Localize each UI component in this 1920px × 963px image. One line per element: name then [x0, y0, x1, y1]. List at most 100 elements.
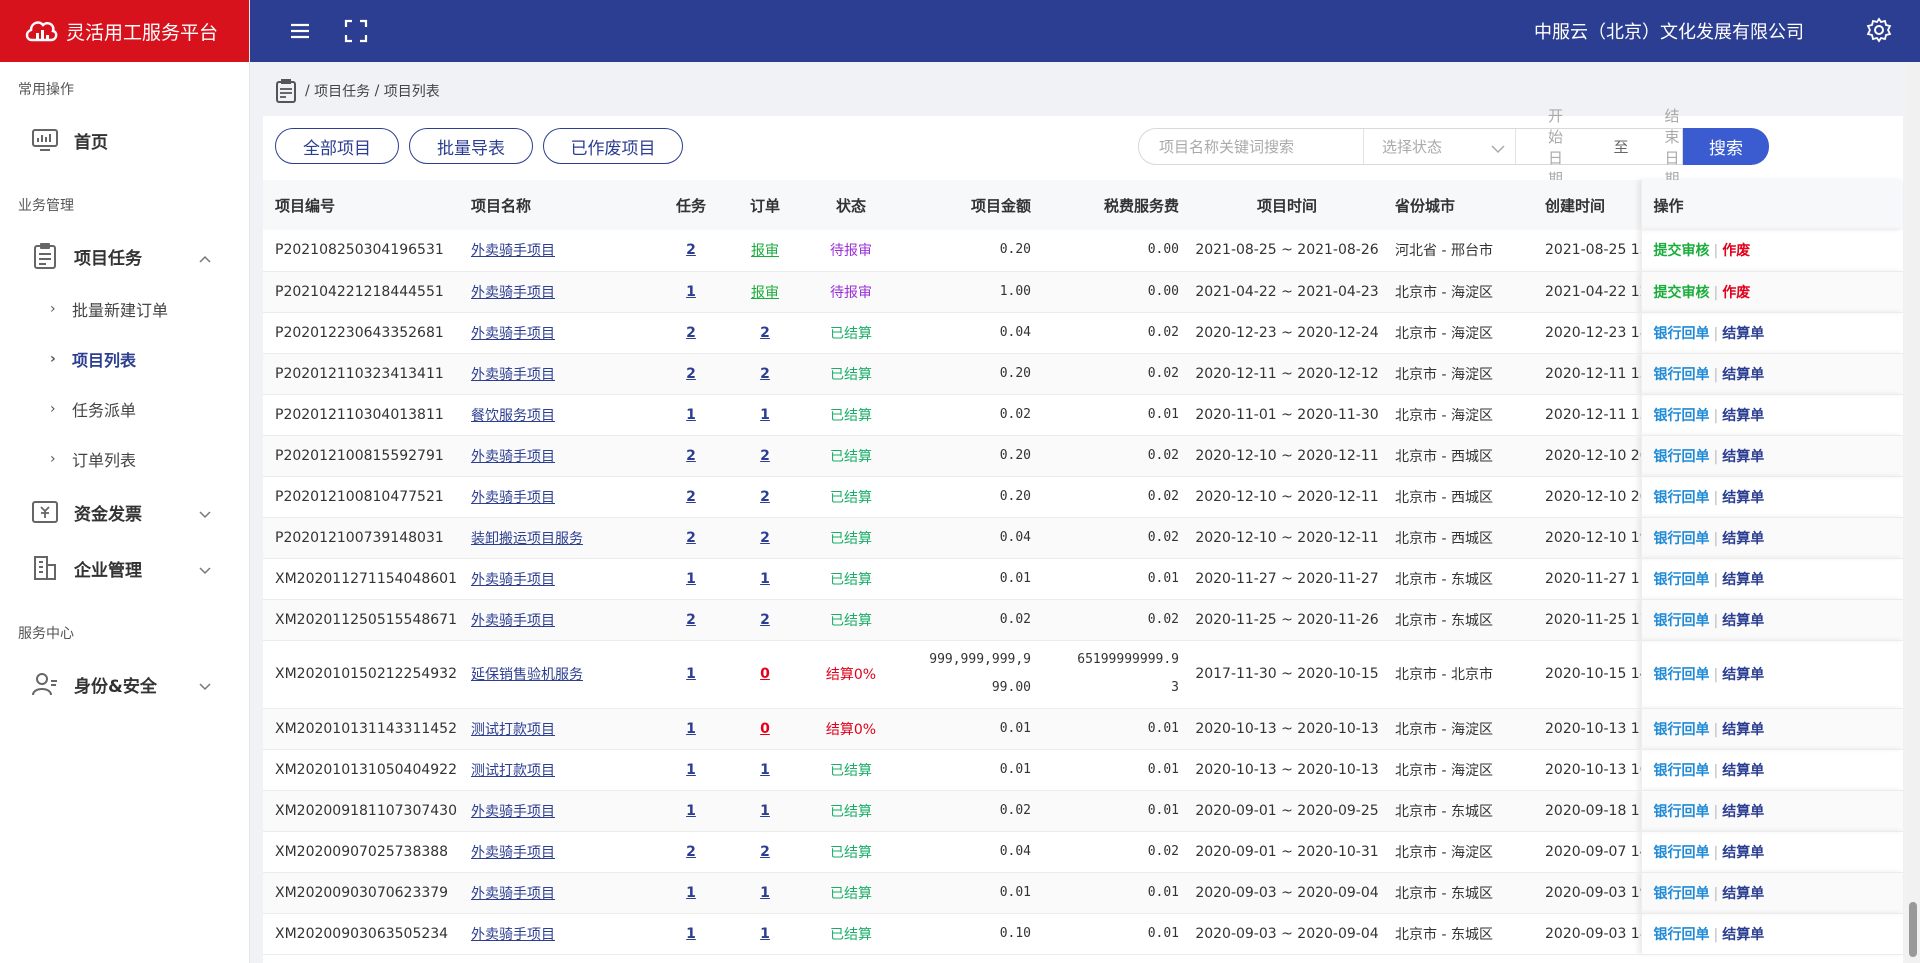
settlement-button[interactable]: 结算单	[1722, 367, 1764, 383]
sidebar-sub-batch-order[interactable]: › 批量新建订单	[0, 284, 249, 334]
settlement-button[interactable]: 结算单	[1722, 763, 1764, 779]
task-count-link[interactable]: 1	[686, 762, 696, 778]
breadcrumb-level1[interactable]: 项目任务	[314, 81, 370, 101]
task-count-link[interactable]: 2	[686, 489, 696, 505]
bank-receipt-button[interactable]: 银行回单	[1654, 367, 1710, 383]
bank-receipt-button[interactable]: 银行回单	[1654, 886, 1710, 902]
settlement-button[interactable]: 结算单	[1722, 722, 1764, 738]
sidebar-item-identity[interactable]: 身份&安全	[0, 656, 249, 712]
order-audit-link[interactable]: 报审	[751, 285, 779, 301]
sidebar-item-enterprise[interactable]: 企业管理	[0, 540, 249, 596]
void-projects-button[interactable]: 已作废项目	[543, 128, 683, 164]
project-name-link[interactable]: 外卖骑手项目	[471, 804, 555, 820]
bank-receipt-button[interactable]: 银行回单	[1654, 613, 1710, 629]
scrollbar-thumb[interactable]	[1909, 902, 1917, 957]
project-name-link[interactable]: 测试打款项目	[471, 722, 555, 738]
bank-receipt-button[interactable]: 银行回单	[1654, 804, 1710, 820]
task-count-link[interactable]: 2	[686, 844, 696, 860]
page-scrollbar[interactable]	[1906, 62, 1920, 963]
project-name-link[interactable]: 餐饮服务项目	[471, 408, 555, 424]
order-count-link[interactable]: 1	[760, 885, 770, 901]
project-name-link[interactable]: 外卖骑手项目	[471, 886, 555, 902]
project-name-link[interactable]: 外卖骑手项目	[471, 326, 555, 342]
bank-receipt-button[interactable]: 银行回单	[1654, 667, 1710, 683]
hamburger-icon[interactable]	[286, 17, 314, 45]
order-count-link[interactable]: 1	[760, 926, 770, 942]
batch-export-button[interactable]: 批量导表	[409, 128, 533, 164]
project-name-link[interactable]: 外卖骑手项目	[471, 490, 555, 506]
project-name-link[interactable]: 外卖骑手项目	[471, 572, 555, 588]
order-audit-link[interactable]: 报审	[751, 243, 779, 259]
order-count-link[interactable]: 2	[760, 325, 770, 341]
order-count-link[interactable]: 1	[760, 762, 770, 778]
fullscreen-icon[interactable]	[342, 17, 370, 45]
project-name-link[interactable]: 外卖骑手项目	[471, 285, 555, 301]
gear-icon[interactable]	[1865, 16, 1893, 44]
task-count-link[interactable]: 1	[686, 803, 696, 819]
settlement-button[interactable]: 结算单	[1722, 449, 1764, 465]
project-name-link[interactable]: 外卖骑手项目	[471, 243, 555, 259]
task-count-link[interactable]: 2	[686, 366, 696, 382]
project-name-link[interactable]: 外卖骑手项目	[471, 927, 555, 943]
order-count-link[interactable]: 1	[760, 407, 770, 423]
bank-receipt-button[interactable]: 银行回单	[1654, 763, 1710, 779]
settlement-button[interactable]: 结算单	[1722, 845, 1764, 861]
task-count-link[interactable]: 2	[686, 612, 696, 628]
end-date-input[interactable]: 结束日期	[1665, 105, 1682, 189]
settlement-button[interactable]: 结算单	[1722, 490, 1764, 506]
project-name-link[interactable]: 外卖骑手项目	[471, 367, 555, 383]
settlement-button[interactable]: 结算单	[1722, 804, 1764, 820]
submit-review-button[interactable]: 提交审核	[1654, 243, 1710, 259]
bank-receipt-button[interactable]: 银行回单	[1654, 927, 1710, 943]
void-button[interactable]: 作废	[1722, 285, 1750, 301]
project-name-link[interactable]: 外卖骑手项目	[471, 613, 555, 629]
submit-review-button[interactable]: 提交审核	[1654, 285, 1710, 301]
project-name-link[interactable]: 测试打款项目	[471, 763, 555, 779]
task-count-link[interactable]: 1	[686, 284, 696, 300]
order-count-link[interactable]: 1	[760, 571, 770, 587]
brand-logo[interactable]: 灵活用工服务平台	[0, 0, 249, 62]
search-keyword-input[interactable]: 项目名称关键词搜索	[1139, 129, 1364, 164]
settlement-button[interactable]: 结算单	[1722, 667, 1764, 683]
settlement-button[interactable]: 结算单	[1722, 408, 1764, 424]
settlement-button[interactable]: 结算单	[1722, 326, 1764, 342]
settlement-button[interactable]: 结算单	[1722, 572, 1764, 588]
project-name-link[interactable]: 延保销售验机服务	[471, 667, 583, 683]
settlement-button[interactable]: 结算单	[1722, 613, 1764, 629]
task-count-link[interactable]: 1	[686, 666, 696, 682]
bank-receipt-button[interactable]: 银行回单	[1654, 490, 1710, 506]
bank-receipt-button[interactable]: 银行回单	[1654, 845, 1710, 861]
settlement-button[interactable]: 结算单	[1722, 531, 1764, 547]
bank-receipt-button[interactable]: 银行回单	[1654, 408, 1710, 424]
sidebar-sub-order-list[interactable]: › 订单列表	[0, 434, 249, 484]
filter-all-button[interactable]: 全部项目	[275, 128, 399, 164]
order-count-link[interactable]: 0	[760, 666, 770, 682]
bank-receipt-button[interactable]: 银行回单	[1654, 572, 1710, 588]
task-count-link[interactable]: 2	[686, 242, 696, 258]
void-button[interactable]: 作废	[1722, 243, 1750, 259]
sidebar-item-project[interactable]: 项目任务	[0, 228, 249, 284]
order-count-link[interactable]: 1	[760, 803, 770, 819]
bank-receipt-button[interactable]: 银行回单	[1654, 449, 1710, 465]
sidebar-item-finance[interactable]: 资金发票	[0, 484, 249, 540]
order-count-link[interactable]: 2	[760, 489, 770, 505]
order-count-link[interactable]: 2	[760, 448, 770, 464]
bank-receipt-button[interactable]: 银行回单	[1654, 326, 1710, 342]
order-count-link[interactable]: 2	[760, 530, 770, 546]
order-count-link[interactable]: 0	[760, 721, 770, 737]
task-count-link[interactable]: 1	[686, 721, 696, 737]
sidebar-item-home[interactable]: 首页	[0, 112, 249, 168]
order-count-link[interactable]: 2	[760, 844, 770, 860]
project-name-link[interactable]: 装卸搬运项目服务	[471, 531, 583, 547]
settlement-button[interactable]: 结算单	[1722, 927, 1764, 943]
task-count-link[interactable]: 1	[686, 571, 696, 587]
order-count-link[interactable]: 2	[760, 366, 770, 382]
task-count-link[interactable]: 2	[686, 325, 696, 341]
start-date-input[interactable]: 开始日期	[1548, 105, 1565, 189]
task-count-link[interactable]: 1	[686, 885, 696, 901]
search-button[interactable]: 搜索	[1683, 128, 1769, 165]
task-count-link[interactable]: 2	[686, 530, 696, 546]
settlement-button[interactable]: 结算单	[1722, 886, 1764, 902]
status-select[interactable]: 选择状态	[1364, 129, 1516, 164]
task-count-link[interactable]: 2	[686, 448, 696, 464]
